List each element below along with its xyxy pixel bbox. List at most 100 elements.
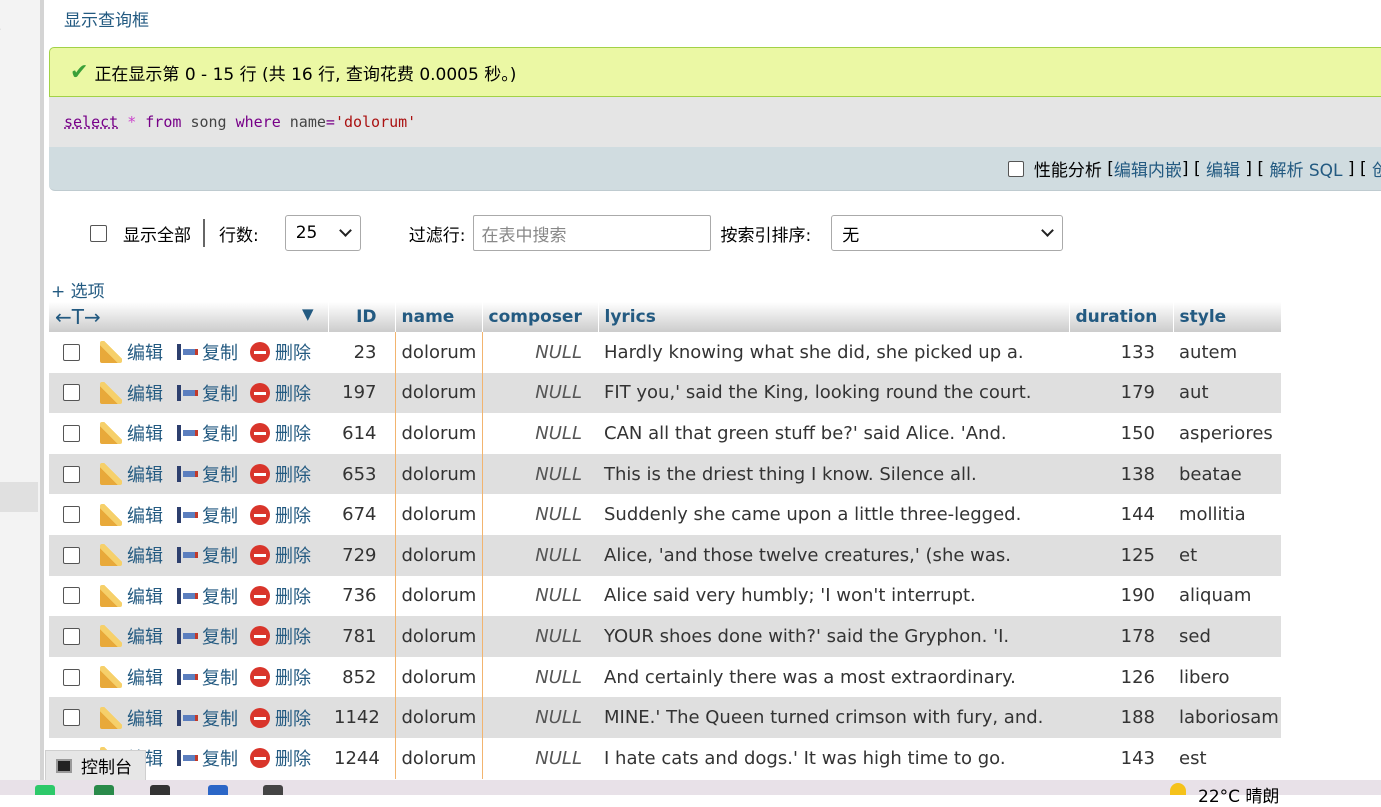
copy-row-button[interactable]: 复制: [175, 380, 238, 406]
edit-inline-link[interactable]: 编辑内嵌: [1114, 156, 1182, 181]
delete-row-button[interactable]: 删除: [250, 461, 311, 487]
cell-name[interactable]: dolorum: [394, 534, 483, 576]
copy-row-button[interactable]: 复制: [175, 502, 238, 528]
row-checkbox[interactable]: [63, 343, 80, 361]
cell-id[interactable]: 197: [328, 372, 395, 414]
cell-style[interactable]: mollitia: [1173, 494, 1281, 535]
copy-row-button[interactable]: 复制: [175, 705, 238, 731]
cell-duration[interactable]: 150: [1069, 413, 1173, 454]
rows-per-page-select[interactable]: 25: [284, 215, 361, 251]
cell-composer[interactable]: NULL: [482, 575, 598, 617]
edit-row-button[interactable]: 编辑: [100, 380, 163, 406]
cell-id[interactable]: 674: [328, 494, 395, 535]
row-checkbox[interactable]: [63, 424, 80, 442]
row-checkbox[interactable]: [63, 546, 80, 564]
header-style[interactable]: style: [1173, 302, 1282, 332]
cell-composer[interactable]: NULL: [482, 372, 598, 414]
cell-name[interactable]: dolorum: [394, 372, 483, 414]
cell-id[interactable]: 653: [328, 453, 395, 495]
cell-id[interactable]: 736: [328, 575, 395, 617]
edit-row-button[interactable]: 编辑: [100, 705, 163, 731]
delete-row-button[interactable]: 删除: [250, 380, 311, 406]
cell-composer[interactable]: NULL: [482, 697, 598, 738]
delete-row-button[interactable]: 删除: [250, 583, 311, 609]
cell-lyrics[interactable]: Hardly knowing what she did, she picked …: [598, 332, 1069, 373]
copy-row-button[interactable]: 复制: [175, 420, 238, 446]
cell-lyrics[interactable]: CAN all that green stuff be?' said Alice…: [598, 413, 1069, 454]
row-checkbox[interactable]: [63, 506, 80, 524]
sql-select-keyword[interactable]: select: [64, 113, 118, 131]
cell-duration[interactable]: 178: [1069, 616, 1173, 657]
cell-name[interactable]: dolorum: [394, 332, 483, 373]
show-query-box-link[interactable]: 显示查询框: [64, 6, 149, 31]
delete-row-button[interactable]: 删除: [250, 339, 311, 365]
panel-resizer[interactable]: [40, 0, 44, 795]
cell-duration[interactable]: 179: [1069, 372, 1173, 414]
header-lyrics[interactable]: lyrics: [598, 302, 1070, 332]
cell-duration[interactable]: 190: [1069, 575, 1173, 617]
cell-id[interactable]: 1244: [328, 737, 395, 779]
cell-id[interactable]: 852: [328, 656, 395, 698]
show-all-label[interactable]: 显示全部: [123, 221, 191, 246]
cell-duration[interactable]: 125: [1069, 534, 1173, 576]
cell-style[interactable]: sed: [1173, 616, 1281, 657]
cmd-icon[interactable]: [263, 785, 283, 795]
delete-row-button[interactable]: 删除: [250, 542, 311, 568]
cell-style[interactable]: aliquam: [1173, 575, 1281, 617]
cell-id[interactable]: 781: [328, 616, 395, 657]
copy-row-button[interactable]: 复制: [175, 461, 238, 487]
cell-composer[interactable]: NULL: [482, 656, 598, 698]
column-menu-icon[interactable]: ▼: [302, 305, 314, 323]
cell-duration[interactable]: 126: [1069, 656, 1173, 698]
edit-row-button[interactable]: 编辑: [100, 502, 163, 528]
pycharm-icon[interactable]: [94, 785, 114, 795]
cell-name[interactable]: dolorum: [394, 737, 483, 779]
row-checkbox[interactable]: [63, 384, 80, 402]
cell-style[interactable]: asperiores: [1173, 413, 1281, 454]
cell-id[interactable]: 729: [328, 534, 395, 576]
cell-composer[interactable]: NULL: [482, 494, 598, 535]
cell-lyrics[interactable]: Alice said very humbly; 'I won't interru…: [598, 575, 1069, 617]
edit-row-button[interactable]: 编辑: [100, 583, 163, 609]
copy-row-button[interactable]: 复制: [175, 664, 238, 690]
delete-row-button[interactable]: 删除: [250, 623, 311, 649]
cell-lyrics[interactable]: MINE.' The Queen turned crimson with fur…: [598, 697, 1069, 738]
cell-id[interactable]: 23: [328, 332, 395, 373]
cell-duration[interactable]: 188: [1069, 697, 1173, 738]
show-all-checkbox[interactable]: [90, 224, 107, 242]
cell-composer[interactable]: NULL: [482, 737, 598, 779]
cell-lyrics[interactable]: I hate cats and dogs.' It was high time …: [598, 737, 1069, 779]
row-checkbox[interactable]: [63, 709, 80, 727]
cell-duration[interactable]: 144: [1069, 494, 1173, 535]
create-php-code-link[interactable]: 创: [1372, 156, 1381, 181]
cell-name[interactable]: dolorum: [394, 494, 483, 535]
cell-lyrics[interactable]: FIT you,' said the King, looking round t…: [598, 372, 1069, 414]
cell-style[interactable]: aut: [1173, 372, 1281, 414]
options-link[interactable]: + 选项: [51, 277, 105, 302]
word-icon[interactable]: [208, 785, 228, 795]
copy-row-button[interactable]: 复制: [175, 583, 238, 609]
copy-row-button[interactable]: 复制: [175, 623, 238, 649]
cell-style[interactable]: est: [1173, 737, 1281, 779]
delete-row-button[interactable]: 删除: [250, 705, 311, 731]
edit-row-button[interactable]: 编辑: [100, 623, 163, 649]
cell-lyrics[interactable]: YOUR shoes done with?' said the Gryphon.…: [598, 616, 1069, 657]
cell-lyrics[interactable]: This is the driest thing I know. Silence…: [598, 453, 1069, 495]
cell-lyrics[interactable]: Suddenly she came upon a little three-le…: [598, 494, 1069, 535]
delete-row-button[interactable]: 删除: [250, 745, 311, 771]
cell-style[interactable]: laboriosam: [1173, 697, 1281, 738]
cell-composer[interactable]: NULL: [482, 534, 598, 576]
edit-row-button[interactable]: 编辑: [100, 420, 163, 446]
cell-composer[interactable]: NULL: [482, 332, 598, 373]
copy-row-button[interactable]: 复制: [175, 542, 238, 568]
cell-style[interactable]: autem: [1173, 332, 1281, 373]
header-id[interactable]: ID: [328, 302, 396, 332]
cell-id[interactable]: 1142: [328, 697, 395, 738]
cell-name[interactable]: dolorum: [394, 697, 483, 738]
cell-style[interactable]: libero: [1173, 656, 1281, 698]
copy-row-button[interactable]: 复制: [175, 745, 238, 771]
cell-composer[interactable]: NULL: [482, 616, 598, 657]
delete-row-button[interactable]: 删除: [250, 502, 311, 528]
header-duration[interactable]: duration: [1069, 302, 1174, 332]
header-composer[interactable]: composer: [482, 302, 599, 332]
